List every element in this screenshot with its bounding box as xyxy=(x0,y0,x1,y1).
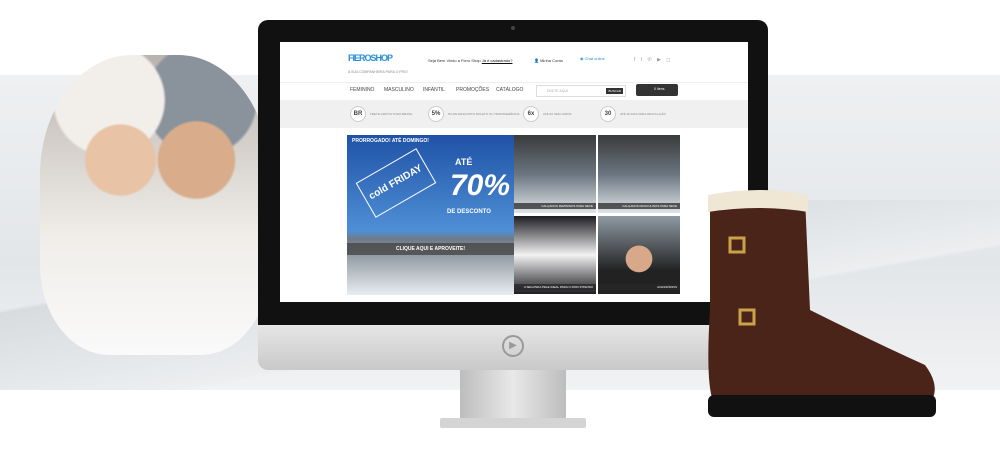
account-link[interactable]: 👤 Minha Conta xyxy=(534,58,563,63)
couple-photo xyxy=(40,55,270,355)
perk-icon: 6x xyxy=(523,105,539,122)
perks-bar: BR FRETE GRÁTIS TODO BRASIL 5% 5% DE DESCO… xyxy=(280,100,748,128)
chat-label: Chat online xyxy=(584,56,605,61)
tagline: A SUA COMPANHEIRA PARA O FRIO xyxy=(348,70,408,74)
search-input[interactable]: DIGITE AQUI BUSCAR xyxy=(536,85,626,97)
tile-womens-boots[interactable]: CALÇADOS FEMININOS PARA NEVE xyxy=(514,135,596,213)
tile-accessories[interactable]: ACESSÓRIOS xyxy=(598,216,680,294)
brown-boot-photo xyxy=(708,190,936,417)
chat-online-link[interactable]: ◉ Chat online xyxy=(580,56,605,61)
cta-button[interactable]: CLIQUE AQUI E APROVEITE! xyxy=(347,243,514,255)
perk-text: 5% DE DESCONTO BOLETO OU TRANSFERÊNCIA xyxy=(448,111,520,116)
social-icons[interactable]: f t ✆ ▶ ◻ xyxy=(634,57,673,63)
nav-infantil[interactable]: INFANTIL xyxy=(423,87,445,93)
cart-button[interactable]: 0 Itens xyxy=(636,84,678,96)
desconto-text: DE DESCONTO xyxy=(447,209,491,215)
search-placeholder: DIGITE AQUI xyxy=(547,89,569,93)
perk-icon: 30 xyxy=(600,105,616,122)
logo-suffix: SHOP xyxy=(370,53,393,63)
perk-item: 5% 5% DE DESCONTO BOLETO OU TRANSFERÊNCIA xyxy=(428,105,520,123)
perk-item: BR FRETE GRÁTIS TODO BRASIL xyxy=(350,105,413,123)
nav-feminino[interactable]: FEMININO xyxy=(350,87,374,93)
search-button[interactable]: BUSCAR xyxy=(606,88,623,94)
perk-text: ATÉ 30 DIAS PARA DEVOLUÇÃO xyxy=(620,111,666,116)
discount-percent: 70% xyxy=(450,169,511,202)
account-label: Minha Conta xyxy=(540,58,563,63)
nav-promocoes[interactable]: PROMOÇÕES xyxy=(456,87,489,93)
camera-icon xyxy=(511,26,515,30)
perk-text: FRETE GRÁTIS TODO BRASIL xyxy=(370,111,413,116)
tile-label: CALÇADOS FEMININOS PARA NEVE xyxy=(514,203,596,209)
main-nav: FEMININO MASCULINO INFANTIL PROMOÇÕES CA… xyxy=(280,82,748,99)
imac-foot xyxy=(440,418,586,428)
perk-icon: BR xyxy=(350,105,366,122)
tile-label: ACESSÓRIOS xyxy=(598,284,680,290)
nav-masculino[interactable]: MASCULINO xyxy=(384,87,414,93)
perk-text: ATÉ 6X SEM JUROS xyxy=(543,111,572,116)
tile-mens-boots[interactable]: CALÇADOS MASCULINOS PARA NEVE xyxy=(598,135,680,213)
imac-stand xyxy=(460,370,566,420)
site-logo[interactable]: FIEROSHOP xyxy=(348,48,393,66)
tile-label: A SEGUNDA PELE IDEAL PARA O FRIO INTENSO xyxy=(514,284,596,290)
prorrogado-text: PRORROGADO! ATÉ DOMINGO! xyxy=(352,138,429,144)
logo-text: FIERO xyxy=(348,53,371,63)
cold-friday-banner[interactable]: PRORROGADO! ATÉ DOMINGO! cold FRIDAY ATÉ… xyxy=(347,135,514,295)
tile-base-layer[interactable]: A SEGUNDA PELE IDEAL PARA O FRIO INTENSO xyxy=(514,216,596,294)
welcome-label: Seja Bem Vindo a Fiero Shop xyxy=(428,58,481,63)
ate-text: ATÉ xyxy=(455,157,473,167)
perk-item: 6x ATÉ 6X SEM JUROS xyxy=(523,105,571,123)
perk-item: 30 ATÉ 30 DIAS PARA DEVOLUÇÃO xyxy=(600,105,666,123)
login-link[interactable]: Já é cadastrado? xyxy=(482,58,513,63)
nav-catalogo[interactable]: CATÁLOGO xyxy=(496,87,523,93)
perk-icon: 5% xyxy=(428,105,444,122)
website-screen: FIEROSHOP A SUA COMPANHEIRA PARA O FRIO … xyxy=(280,42,748,302)
tile-label: CALÇADOS MASCULINOS PARA NEVE xyxy=(598,203,680,209)
price-tag-graphic: cold FRIDAY xyxy=(355,148,437,218)
site-header: FIEROSHOP A SUA COMPANHEIRA PARA O FRIO … xyxy=(348,48,688,78)
play-logo-icon: ▶ xyxy=(502,335,524,357)
welcome-text: Seja Bem Vindo a Fiero Shop Já é cadastr… xyxy=(428,58,512,63)
imac-chin: ▶ xyxy=(258,325,768,370)
